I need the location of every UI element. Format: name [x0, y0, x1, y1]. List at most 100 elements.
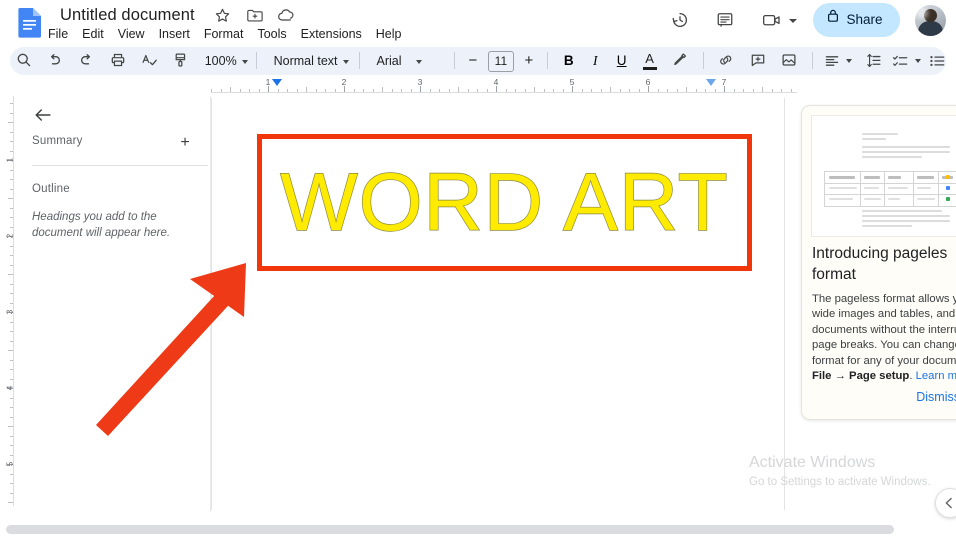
align-left-icon — [824, 55, 844, 72]
comment-history-icon[interactable] — [708, 3, 742, 37]
redo-icon[interactable] — [73, 47, 100, 75]
title-block: Untitled document — [57, 4, 304, 26]
promo-clip: Introducing pageles format The pageless … — [802, 106, 956, 419]
add-comment-icon[interactable] — [744, 47, 771, 75]
print-icon[interactable] — [104, 47, 131, 75]
summary-label: Summary — [32, 135, 83, 147]
document-title[interactable]: Untitled document — [57, 4, 198, 26]
zoom-level-select[interactable]: 100% — [199, 47, 248, 75]
wordart-text[interactable]: WORD ART — [262, 158, 747, 245]
zoom-level-value: 100% — [204, 54, 237, 68]
wordart-red-box[interactable]: WORD ART — [257, 134, 752, 271]
highlight-pen-icon[interactable] — [666, 47, 693, 75]
version-history-icon[interactable] — [663, 3, 697, 37]
spellcheck-icon[interactable] — [136, 47, 163, 75]
insert-image-icon[interactable] — [776, 47, 803, 75]
collapse-panel-button[interactable] — [935, 488, 956, 518]
menu-item-help[interactable]: Help — [369, 24, 409, 44]
document-outline-panel: Summary + Outline Headings you add to th… — [16, 92, 210, 512]
menu-item-view[interactable]: View — [111, 24, 152, 44]
align-select[interactable] — [823, 47, 856, 75]
promo-body-line: The pageless format allows yo — [812, 293, 956, 305]
thumbnail-table — [824, 171, 956, 207]
promo-body-line: documents without the interru — [812, 323, 956, 336]
panel-divider — [32, 165, 208, 166]
share-button[interactable]: Share — [812, 3, 900, 37]
chevron-down-icon — [915, 58, 922, 63]
increase-font-size-button[interactable]: + — [520, 47, 537, 75]
watermark-subtitle: Go to Settings to activate Windows. — [749, 476, 931, 488]
font-family-value: Arial — [376, 54, 402, 68]
promo-body-line: page breaks. You can change t — [812, 339, 956, 352]
dismiss-button[interactable]: Dismiss — [916, 390, 956, 404]
meet-camera-icon[interactable] — [755, 3, 789, 37]
text-color-button[interactable]: A — [638, 47, 662, 75]
docs-logo-icon[interactable] — [16, 7, 44, 38]
promo-body-line: wide images and tables, and vi — [812, 308, 956, 321]
account-avatar[interactable] — [915, 4, 946, 36]
promo-page-setup-path: File → Page setup — [812, 370, 910, 383]
horizontal-ruler[interactable]: 1234567 — [211, 76, 797, 96]
checklist-select[interactable] — [892, 47, 925, 75]
underline-button[interactable]: U — [610, 47, 633, 75]
paragraph-style-select[interactable]: Normal text — [267, 47, 350, 75]
search-icon[interactable] — [10, 47, 37, 75]
windows-activation-watermark: Activate Windows Go to Settings to activ… — [749, 452, 949, 490]
title-icon-group — [214, 5, 304, 25]
toolbar-region: 100% Normal text Arial − 11 + B I U A — [0, 45, 956, 76]
pageless-promo-card: Introducing pageles format The pageless … — [801, 105, 956, 420]
chevron-down-icon — [241, 59, 248, 64]
promo-title-line2: format — [812, 265, 856, 283]
promo-title: Introducing pageles format — [812, 244, 956, 285]
avatar-body — [918, 20, 943, 36]
document-page[interactable]: WORD ART — [211, 98, 785, 510]
menu-item-tools[interactable]: Tools — [250, 24, 293, 44]
meet-camera-button[interactable] — [752, 3, 800, 37]
toolbar-divider — [453, 51, 455, 69]
chevron-left-icon — [945, 497, 952, 509]
main-toolbar: 100% Normal text Arial − 11 + B I U A — [10, 47, 946, 75]
paint-format-icon[interactable] — [167, 47, 194, 75]
undo-icon[interactable] — [41, 47, 68, 75]
insert-link-icon[interactable] — [713, 47, 740, 75]
pageless-preview-thumbnail — [811, 115, 956, 237]
checklist-icon — [892, 55, 913, 72]
font-size-input[interactable]: 11 — [487, 50, 514, 72]
bold-button[interactable]: B — [557, 47, 580, 75]
google-docs-window: Untitled document File Edit View Insert Form… — [0, 0, 956, 537]
menu-item-edit[interactable]: Edit — [75, 24, 111, 44]
ruler-baseline — [211, 92, 797, 93]
add-summary-button[interactable]: + — [173, 131, 197, 155]
right-indent-marker[interactable] — [706, 79, 716, 86]
horizontal-scrollbar-thumb[interactable] — [6, 525, 894, 534]
paragraph-style-value: Normal text — [273, 54, 338, 68]
line-spacing-icon[interactable] — [860, 47, 887, 75]
horizontal-scrollbar[interactable] — [0, 523, 956, 537]
share-button-label: Share — [846, 12, 883, 27]
toolbar-divider — [546, 51, 548, 69]
menu-item-file[interactable]: File — [41, 24, 75, 44]
outline-label: Outline — [32, 183, 70, 195]
toolbar-divider — [702, 51, 704, 69]
promo-title-line1: Introducing pageles — [812, 245, 948, 262]
menu-bar: File Edit View Insert Format Tools Extensions H… — [41, 24, 409, 44]
menu-item-insert[interactable]: Insert — [152, 24, 197, 44]
back-arrow-icon[interactable] — [28, 100, 58, 130]
decrease-font-size-button[interactable]: − — [464, 47, 481, 75]
avatar-highlight — [916, 6, 928, 19]
watermark-title: Activate Windows — [749, 454, 876, 471]
menu-item-extensions[interactable]: Extensions — [294, 24, 369, 44]
italic-button[interactable]: I — [585, 47, 606, 75]
meet-dropdown-caret[interactable] — [789, 19, 798, 23]
left-indent-marker[interactable] — [272, 79, 282, 86]
menu-item-format[interactable]: Format — [197, 24, 251, 44]
header-actions: Share — [660, 3, 946, 43]
font-family-select[interactable]: Arial — [370, 47, 445, 75]
toolbar-divider — [256, 51, 258, 69]
outline-empty-hint: Headings you add to the document will ap… — [32, 211, 171, 239]
app-header: Untitled document File Edit View Insert Form… — [0, 0, 956, 45]
learn-more-link[interactable]: Learn more — [916, 370, 956, 382]
promo-body: The pageless format allows yo wide image… — [812, 292, 956, 384]
promo-body-last-line: File → Page setup. Learn more — [812, 369, 956, 384]
bulleted-list-select[interactable] — [929, 47, 946, 75]
